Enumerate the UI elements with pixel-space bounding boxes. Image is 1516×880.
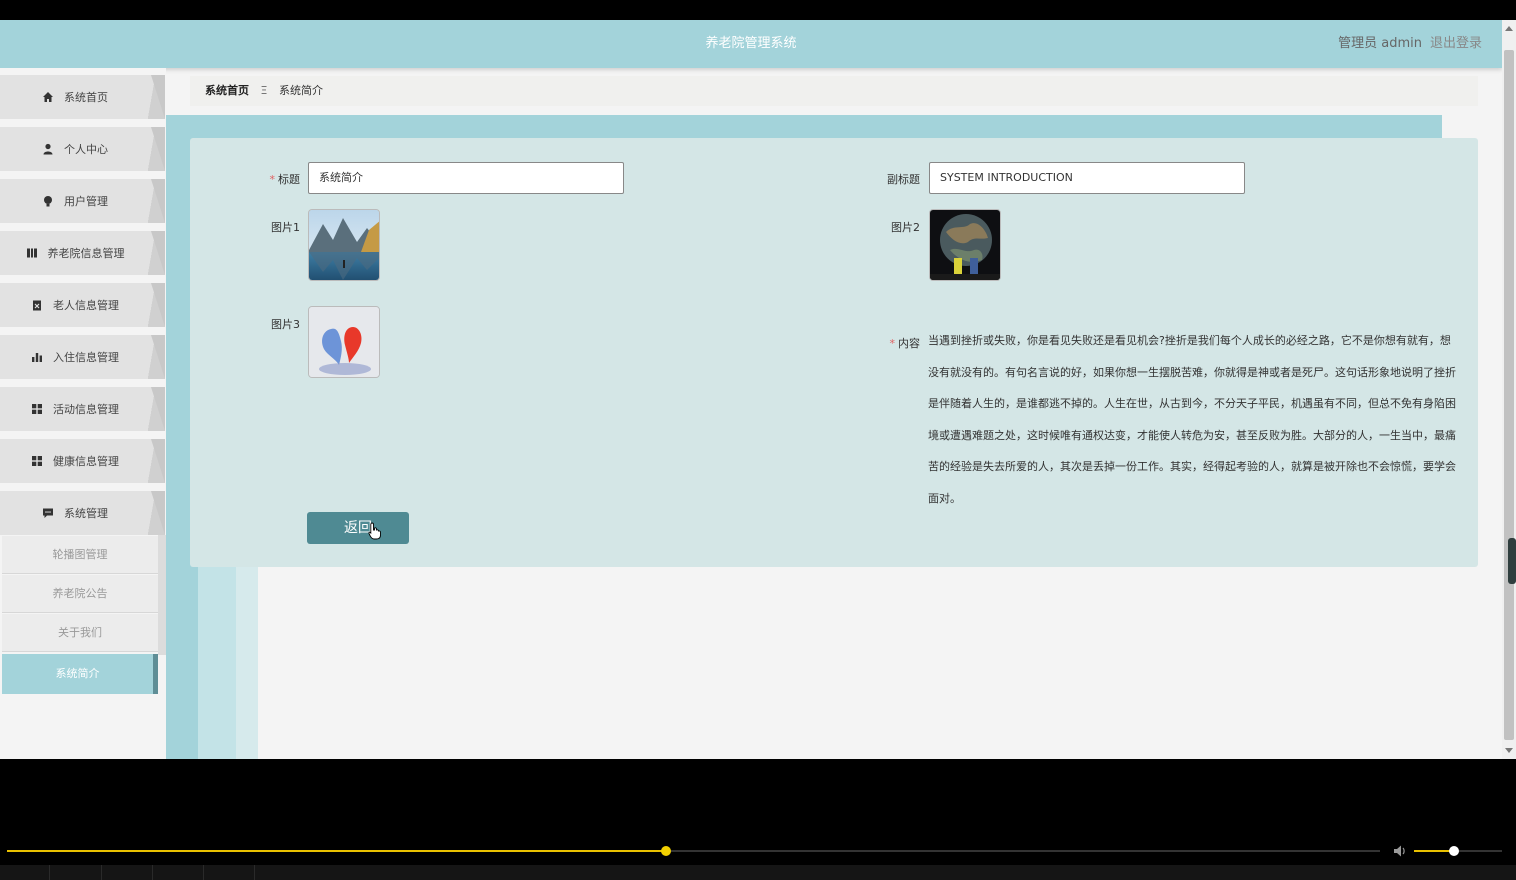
- sidebar-item-elderly[interactable]: 老人信息管理: [0, 283, 165, 327]
- bulb-icon: [42, 195, 54, 207]
- sidebar-item-users[interactable]: 用户管理: [0, 179, 165, 223]
- side-panel-handle[interactable]: [1508, 538, 1516, 584]
- content-text: 当遇到挫折或失败，你是看见失败还是看见机会?挫折是我们每个人成长的必经之路，它不…: [928, 334, 1456, 505]
- sidebar-item-label: 活动信息管理: [53, 403, 119, 416]
- logout-link[interactable]: 退出登录: [1430, 20, 1482, 68]
- menu-edge: [151, 75, 165, 119]
- grid-icon: [31, 403, 43, 415]
- sidebar-item-label: 用户管理: [64, 195, 108, 208]
- progress-fill: [7, 850, 667, 852]
- sidebar-item-label: 系统首页: [64, 91, 108, 104]
- app-title: 养老院管理系统: [705, 36, 797, 51]
- subtitle-input[interactable]: SYSTEM INTRODUCTION: [929, 162, 1245, 194]
- sidebar-subitem-carousel[interactable]: 轮播图管理: [2, 536, 158, 574]
- player-segment: [204, 865, 255, 880]
- player-segment: [50, 865, 102, 880]
- decor-band-left-2: [198, 540, 236, 759]
- pic2-thumbnail[interactable]: [929, 209, 1001, 281]
- submenu-scrollbar[interactable]: [158, 535, 166, 655]
- sidebar: 系统首页 个人中心 用户管理 养老院信息管理 老人信息管理 入住信息管理 活动信…: [0, 68, 166, 759]
- pic3-thumbnail[interactable]: [308, 306, 380, 378]
- sidebar-item-checkin[interactable]: 入住信息管理: [0, 335, 165, 379]
- progress-knob[interactable]: [661, 846, 672, 856]
- scroll-down-icon[interactable]: [1505, 748, 1513, 753]
- menu-edge: [151, 179, 165, 223]
- sidebar-item-label: 老人信息管理: [53, 299, 119, 312]
- pic1-label: 图片1: [271, 221, 300, 234]
- volume-fill: [1414, 850, 1454, 852]
- bar-chart-icon: [31, 351, 43, 363]
- sidebar-item-label: 入住信息管理: [53, 351, 119, 364]
- cursor-hand-icon: [368, 522, 382, 540]
- required-mark: *: [889, 337, 896, 350]
- menu-edge: [151, 387, 165, 431]
- sidebar-item-label: 系统管理: [64, 507, 108, 520]
- sidebar-subitem-announcement[interactable]: 养老院公告: [2, 575, 158, 613]
- menu-edge: [151, 491, 165, 535]
- volume-knob[interactable]: [1448, 846, 1459, 856]
- title-label: * 标题: [269, 173, 301, 186]
- decor-band-top: [166, 115, 1442, 139]
- sidebar-item-label: 养老院信息管理: [47, 247, 125, 260]
- decor-band-left-3: [236, 540, 258, 759]
- breadcrumb-separator: Ξ: [260, 84, 268, 97]
- scroll-thumb[interactable]: [1504, 50, 1514, 740]
- player-segment: [102, 865, 153, 880]
- sidebar-item-home[interactable]: 系统首页: [0, 75, 165, 119]
- current-user: 管理员 admin: [1338, 36, 1422, 51]
- sidebar-item-nursing-home[interactable]: 养老院信息管理: [0, 231, 165, 275]
- content-label: * 内容: [889, 337, 921, 350]
- video-player-controls: [0, 759, 1516, 880]
- app-header: 养老院管理系统 管理员 admin 退出登录: [0, 20, 1502, 68]
- breadcrumb: 系统首页 Ξ 系统简介: [190, 76, 1478, 106]
- clipboard-icon: [31, 299, 43, 311]
- back-button[interactable]: 返回: [307, 512, 409, 544]
- volume-icon[interactable]: [1392, 843, 1408, 859]
- sidebar-item-health[interactable]: 健康信息管理: [0, 439, 165, 483]
- sidebar-item-label: 健康信息管理: [53, 455, 119, 468]
- pic2-label: 图片2: [891, 221, 920, 234]
- browser-viewport: 养老院管理系统 管理员 admin 退出登录 系统首页 个人中心 用户管理 养老…: [0, 20, 1502, 759]
- menu-edge: [151, 283, 165, 327]
- sidebar-item-system[interactable]: 系统管理: [0, 491, 165, 535]
- chat-icon: [42, 507, 54, 519]
- screen-top-bar: [0, 0, 1516, 20]
- book-icon: [26, 247, 38, 259]
- grid-icon: [31, 455, 43, 467]
- player-segment: [0, 865, 50, 880]
- volume-slider[interactable]: [1414, 846, 1502, 856]
- home-icon: [42, 91, 54, 103]
- player-segment: [153, 865, 204, 880]
- sidebar-subitem-intro[interactable]: 系统简介: [2, 654, 158, 694]
- progress-bar[interactable]: [7, 846, 1380, 856]
- pic1-thumbnail[interactable]: [308, 209, 380, 281]
- sidebar-item-label: 个人中心: [64, 143, 108, 156]
- scroll-up-icon[interactable]: [1505, 26, 1513, 31]
- sidebar-subitem-about[interactable]: 关于我们: [2, 614, 158, 652]
- player-bottom-bar: [0, 865, 1516, 880]
- menu-edge: [151, 439, 165, 483]
- page-scrollbar[interactable]: [1502, 20, 1516, 759]
- pic3-label: 图片3: [271, 318, 300, 331]
- sidebar-item-profile[interactable]: 个人中心: [0, 127, 165, 171]
- required-mark: *: [269, 173, 276, 186]
- subtitle-label: 副标题: [887, 173, 920, 186]
- title-input[interactable]: 系统简介: [308, 162, 624, 194]
- user-icon: [42, 143, 54, 155]
- menu-edge: [151, 127, 165, 171]
- menu-edge: [151, 231, 165, 275]
- menu-edge: [151, 335, 165, 379]
- form-panel: * 标题 系统简介 副标题 SYSTEM INTRODUCTION 图片1 图片2: [190, 138, 1478, 567]
- breadcrumb-home[interactable]: 系统首页: [205, 84, 249, 97]
- sidebar-item-activity[interactable]: 活动信息管理: [0, 387, 165, 431]
- breadcrumb-current: 系统简介: [278, 84, 323, 97]
